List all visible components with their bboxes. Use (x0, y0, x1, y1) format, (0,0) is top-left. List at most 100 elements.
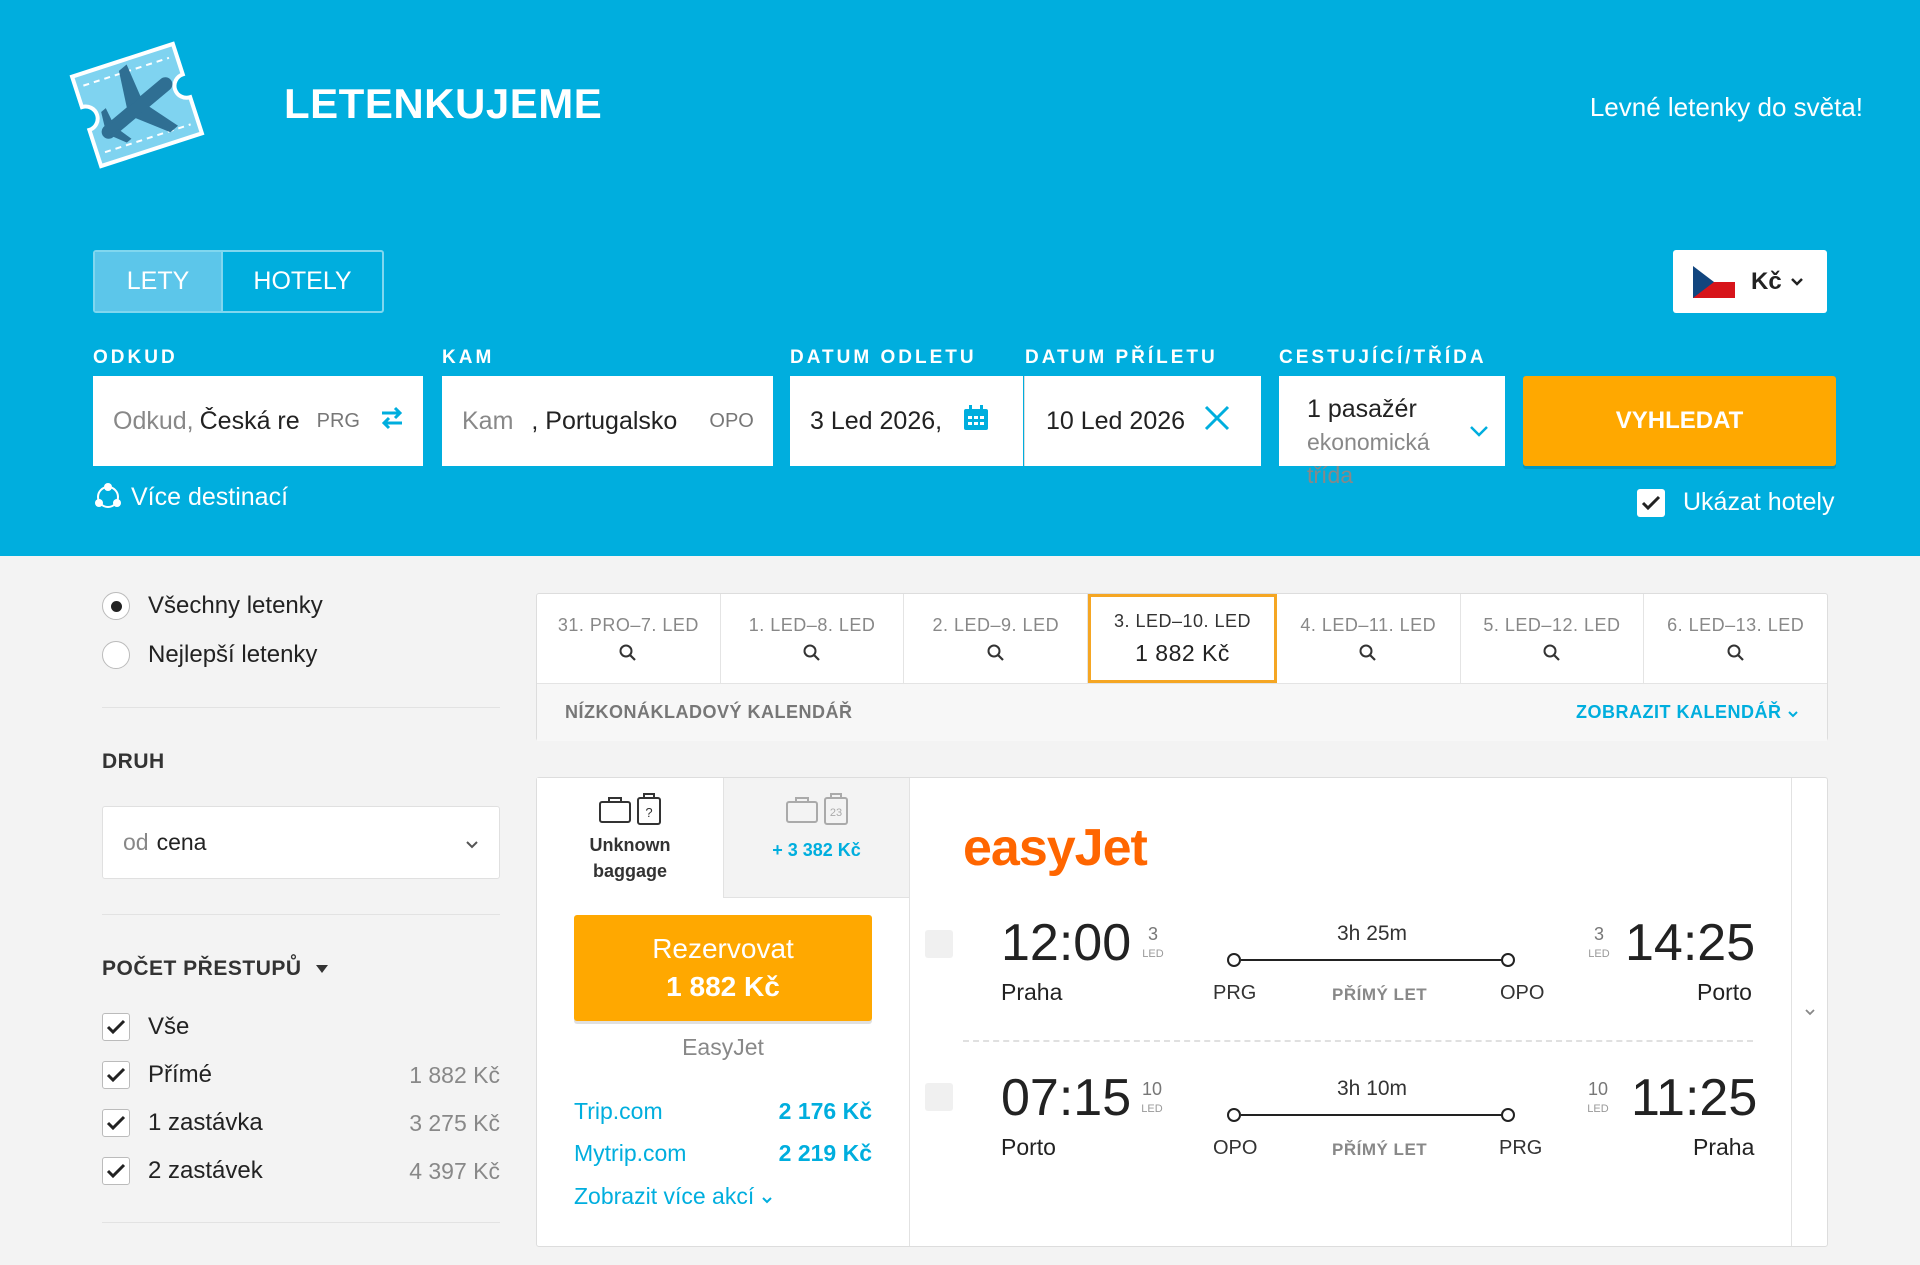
deal-row[interactable]: Trip.com 2 176 Kč (574, 1098, 872, 1125)
divider (909, 778, 910, 1246)
stops-heading: POČET PŘESTUPŮ (102, 957, 302, 980)
stops-price: 4 397 Kč (409, 1157, 500, 1184)
chevron-down-icon (1790, 271, 1804, 292)
origin-input[interactable]: Odkud, Česká re PRG (93, 376, 423, 466)
departure-code: OPO (1213, 1137, 1258, 1159)
radio-selected-dot (110, 600, 122, 612)
clear-icon[interactable] (1202, 403, 1232, 440)
date-option[interactable]: 4. LED–11. LED (1277, 594, 1461, 683)
search-icon (619, 644, 637, 661)
deal-name: Trip.com (574, 1098, 663, 1124)
search-button[interactable]: VYHLEDAT (1523, 376, 1836, 466)
destination-code: OPO (709, 409, 754, 432)
svg-text:?: ? (645, 805, 652, 820)
expand-details-button[interactable] (1791, 778, 1827, 1246)
brand-name[interactable]: LETENKUJEME (284, 80, 602, 128)
date-option-selected[interactable]: 3. LED–10. LED 1 882 Kč (1088, 594, 1277, 683)
tab-lety[interactable]: LETY (95, 252, 221, 311)
class-value: ekonomická třída (1307, 429, 1430, 488)
book-button[interactable]: Rezervovat 1 882 Kč (574, 915, 872, 1021)
flight-type: PŘÍMÝ LET (1332, 1140, 1428, 1159)
chevron-down-icon (465, 829, 479, 856)
flight-type: PŘÍMÝ LET (1332, 985, 1428, 1004)
odlet-label: DATUM ODLETU (790, 347, 977, 368)
swap-icon[interactable] (378, 405, 406, 438)
origin-placeholder: Odkud, (113, 406, 194, 435)
book-label: Rezervovat (652, 933, 794, 964)
passengers-class-select[interactable]: 1 pasažér ekonomická třída (1279, 376, 1505, 488)
departure-date-input[interactable]: 3 Led 2026, (790, 376, 1023, 466)
baggage-extra-price: + 3 382 Kč (772, 840, 861, 860)
tab-hotely[interactable]: HOTELY (221, 252, 382, 311)
arrival-time: 11:25 (1631, 1069, 1758, 1127)
radio-all-tickets-label: Všechny letenky (148, 592, 323, 619)
route-line (1241, 959, 1503, 961)
arrival-time: 14:25 (1625, 914, 1756, 972)
stops-checkbox-2-stops[interactable]: 2 zastávek 4 397 Kč (102, 1157, 500, 1185)
segment-checkbox[interactable] (925, 1083, 953, 1111)
stops-label: Vše (148, 1013, 190, 1040)
chevron-down-icon (761, 1197, 772, 1204)
radio-best-tickets[interactable]: Nejlepší letenky (102, 641, 317, 669)
multi-destination-icon (95, 483, 121, 508)
arrival-code: PRG (1499, 1137, 1543, 1159)
sort-value: cena (156, 829, 207, 855)
checkmark-icon (102, 1061, 130, 1089)
calendar-icon[interactable] (962, 404, 990, 439)
show-calendar-link[interactable]: ZOBRAZIT KALENDÁŘ (1576, 702, 1799, 723)
deal-price: 2 176 Kč (778, 1098, 872, 1124)
low-cost-calendar-label: NÍZKONÁKLADOVÝ KALENDÁŘ (565, 702, 853, 722)
route-destination-dot (1501, 1108, 1515, 1122)
sort-select[interactable]: od cena (102, 806, 500, 879)
departure-time: 12:00 (1001, 914, 1132, 972)
druh-heading: DRUH (102, 750, 165, 773)
search-icon (987, 644, 1004, 661)
currency-label: Kč (1751, 267, 1782, 295)
search-type-tabs: LETY HOTELY (93, 250, 384, 313)
date-option-price: 1 882 Kč (1135, 639, 1230, 666)
date-option[interactable]: 5. LED–12. LED (1461, 594, 1645, 683)
chevron-down-icon (1788, 711, 1798, 718)
stops-checkbox-all[interactable]: Vše (102, 1013, 500, 1041)
date-option[interactable]: 31. PRO–7. LED (537, 594, 721, 683)
destination-input[interactable]: Kam , Portugalsko OPO (442, 376, 773, 466)
caret-down-icon (315, 964, 328, 973)
departure-time: 07:15 (1001, 1069, 1132, 1127)
stops-filter-toggle[interactable]: POČET PŘESTUPŮ (102, 957, 328, 981)
route-line (1241, 1114, 1503, 1116)
return-date-input[interactable]: 10 Led 2026 (1024, 376, 1261, 466)
odkud-label: ODKUD (93, 347, 178, 368)
svg-text:23: 23 (829, 807, 841, 819)
show-hotels-checkbox[interactable]: Ukázat hotely (1637, 488, 1834, 517)
checkmark-icon (102, 1013, 130, 1041)
show-more-deals-link[interactable]: Zobrazit více akcí (574, 1183, 773, 1210)
baggage-option-checked[interactable]: 23 + 3 382 Kč (723, 778, 909, 898)
deal-row[interactable]: Mytrip.com 2 219 Kč (574, 1140, 872, 1167)
date-option[interactable]: 6. LED–13. LED (1644, 594, 1827, 683)
departure-city: Praha (1001, 979, 1063, 1005)
deal-price: 2 219 Kč (778, 1140, 872, 1166)
radio-all-tickets[interactable]: Všechny letenky (102, 592, 323, 620)
date-strip: 31. PRO–7. LED 1. LED–8. LED 2. LED–9. L… (536, 593, 1828, 741)
currency-selector[interactable]: Kč (1673, 250, 1827, 313)
route-origin-dot (1227, 953, 1241, 967)
stops-checkbox-1-stop[interactable]: 1 zastávka 3 275 Kč (102, 1109, 500, 1137)
stops-checkbox-direct[interactable]: Přímé 1 882 Kč (102, 1061, 500, 1089)
baggage-option-unknown[interactable]: ? Unknown baggage (537, 778, 723, 898)
show-hotels-label: Ukázat hotely (1683, 488, 1835, 516)
date-option[interactable]: 1. LED–8. LED (721, 594, 905, 683)
return-date-value: 10 Led 2026 (1046, 406, 1186, 435)
segment-checkbox[interactable] (925, 930, 953, 958)
route-destination-dot (1501, 953, 1515, 967)
departure-code: PRG (1213, 982, 1257, 1004)
more-destinations-link[interactable]: Více destinací (93, 482, 288, 512)
flight-duration: 3h 10m (1337, 1077, 1408, 1100)
header: LETENKUJEME Levné letenky do světa! LETY… (0, 0, 1920, 556)
search-icon (1727, 644, 1744, 661)
ticket-airplane-logo-icon[interactable] (62, 30, 212, 180)
date-option[interactable]: 2. LED–9. LED (904, 594, 1089, 683)
arrival-code: OPO (1500, 982, 1545, 1004)
luggage-icon: 23 (785, 793, 848, 825)
chevron-down-icon (1804, 1009, 1815, 1016)
sort-prefix: od (123, 829, 149, 855)
